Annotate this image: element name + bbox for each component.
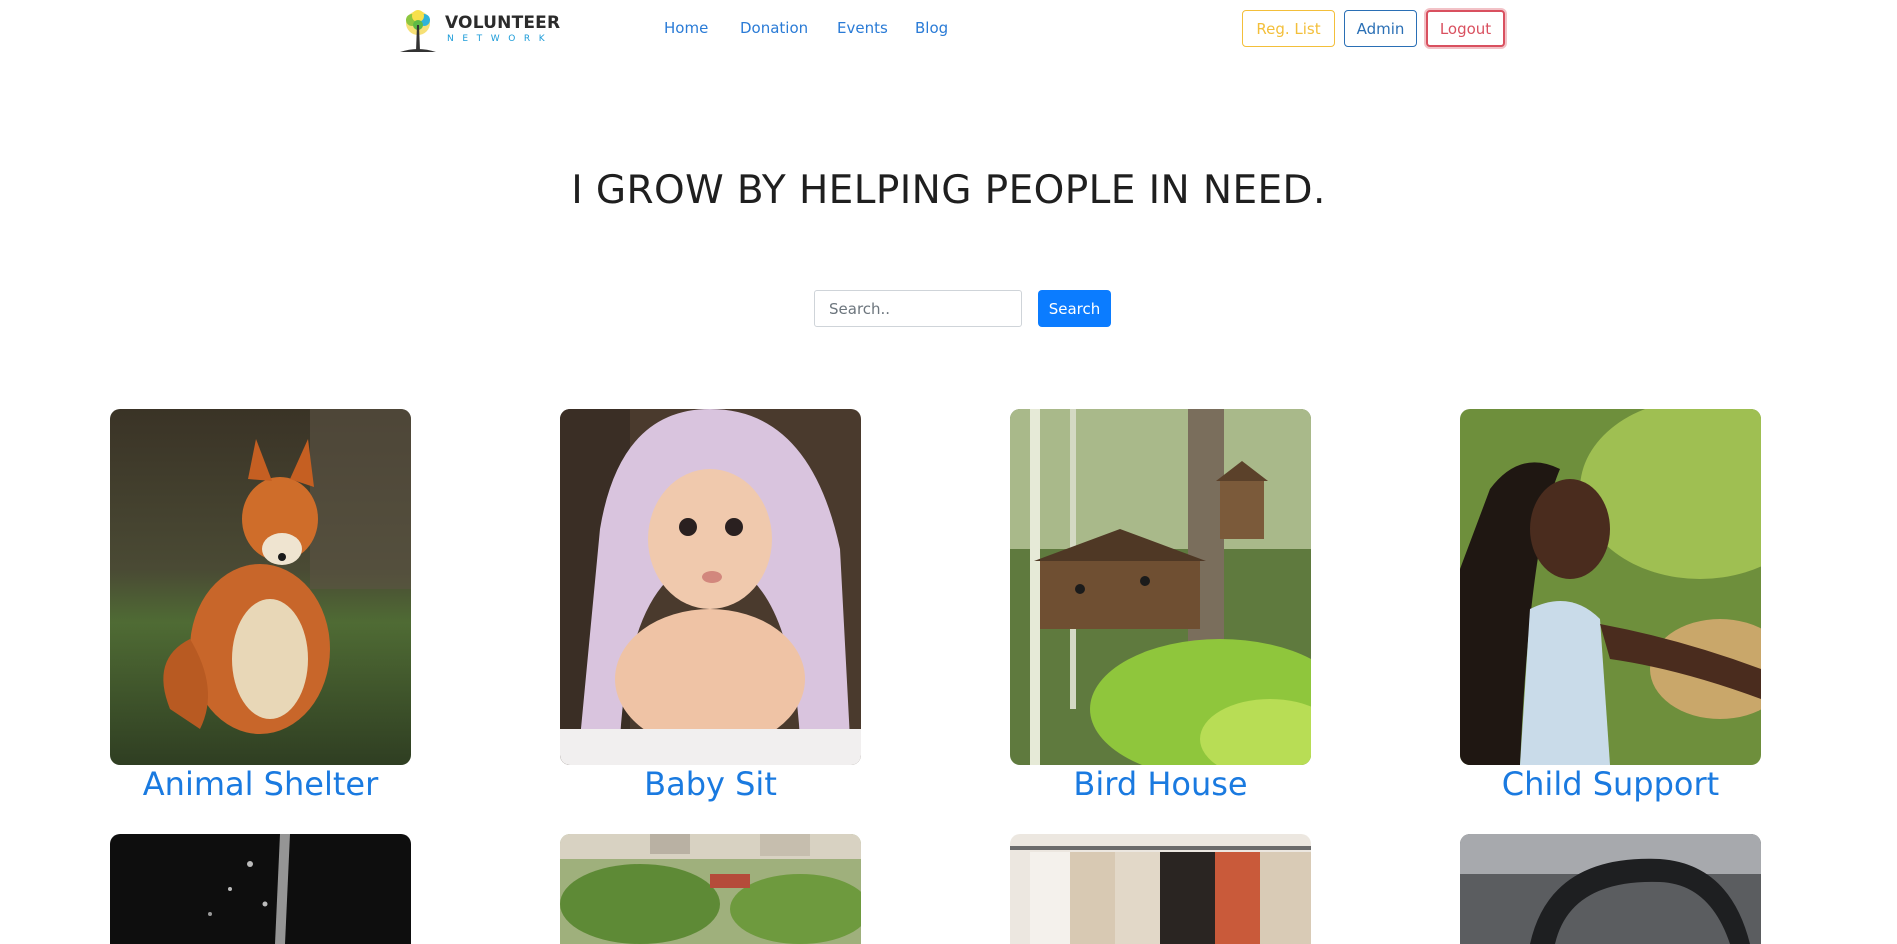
child-photo [1460, 409, 1761, 765]
child-support-image[interactable] [1460, 409, 1761, 765]
card-image-row2-3[interactable] [1010, 834, 1311, 944]
tree-logo-icon [400, 10, 436, 52]
card-title-child-support[interactable]: Child Support [1460, 765, 1761, 803]
clothes-rack-photo [1010, 834, 1311, 944]
card-title-baby-sit[interactable]: Baby Sit [560, 765, 861, 803]
brand-logo[interactable]: VOLUNTEER NETWORK [395, 7, 560, 55]
nav-home-link[interactable]: Home [664, 19, 708, 37]
admin-button[interactable]: Admin [1344, 10, 1417, 47]
card-title-animal-shelter[interactable]: Animal Shelter [110, 765, 411, 803]
fox-photo [110, 409, 411, 765]
nav-donation-link[interactable]: Donation [740, 19, 808, 37]
bird-house-image[interactable] [1010, 409, 1311, 765]
brand-tagline: NETWORK [447, 34, 554, 44]
brand-name: VOLUNTEER [445, 13, 561, 33]
reg-list-button[interactable]: Reg. List [1242, 10, 1335, 47]
hero-headline: I GROW BY HELPING PEOPLE IN NEED. [571, 168, 1326, 213]
birdhouse-photo [1010, 409, 1311, 765]
park-photo [560, 834, 861, 944]
search-input[interactable] [814, 290, 1022, 327]
card-image-row2-2[interactable] [560, 834, 861, 944]
baby-sit-image[interactable] [560, 409, 861, 765]
water-photo [110, 834, 411, 944]
nav-events-link[interactable]: Events [837, 19, 888, 37]
car-steering-photo [1460, 834, 1761, 944]
logout-button[interactable]: Logout [1426, 10, 1505, 47]
nav-blog-link[interactable]: Blog [915, 19, 948, 37]
card-image-row2-1[interactable] [110, 834, 411, 944]
animal-shelter-image[interactable] [110, 409, 411, 765]
card-title-bird-house[interactable]: Bird House [1010, 765, 1311, 803]
baby-photo [560, 409, 861, 765]
card-image-row2-4[interactable] [1460, 834, 1761, 944]
search-button[interactable]: Search [1038, 290, 1111, 327]
